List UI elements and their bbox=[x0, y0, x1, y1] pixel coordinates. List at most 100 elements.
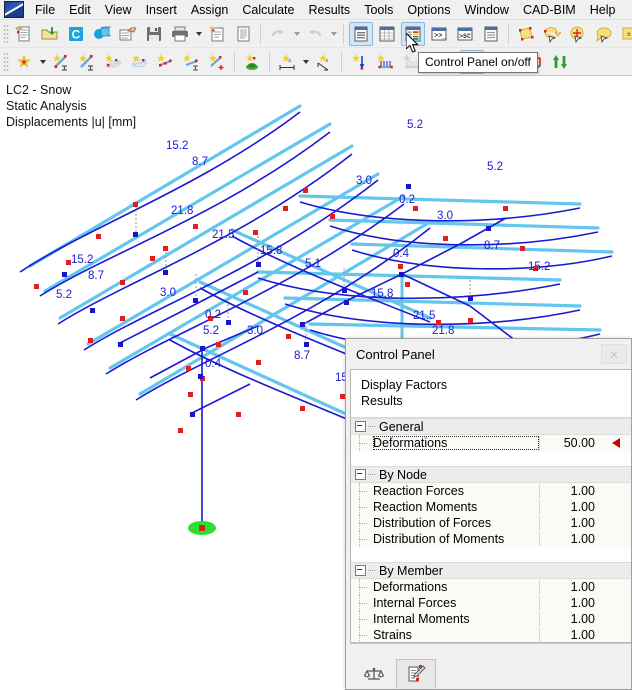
rotate-view-button[interactable] bbox=[540, 22, 564, 46]
deformation-value-label: 5.2 bbox=[487, 161, 503, 173]
deformation-value-label: 21.8 bbox=[171, 205, 194, 217]
collapse-icon[interactable] bbox=[355, 421, 366, 432]
tooltip: Control Panel on/off bbox=[418, 52, 538, 73]
toolbar-grip[interactable] bbox=[3, 23, 9, 44]
svg-text:>>_: >>_ bbox=[434, 32, 447, 40]
row-value[interactable]: 1.00 bbox=[539, 500, 601, 514]
row-value[interactable]: 50.00 bbox=[539, 436, 601, 450]
member-load-button[interactable] bbox=[373, 50, 397, 74]
row-value[interactable]: 1.00 bbox=[539, 596, 601, 610]
menu-item-tools[interactable]: Tools bbox=[357, 1, 400, 19]
open-model-button[interactable] bbox=[38, 22, 62, 46]
new-member-2-button[interactable] bbox=[75, 50, 99, 74]
menu-item-help[interactable]: Help bbox=[583, 1, 623, 19]
app-logo-icon bbox=[4, 1, 24, 18]
results-label: Results bbox=[361, 394, 403, 408]
menu-item-window[interactable]: Window bbox=[457, 1, 515, 19]
tree-group-general[interactable]: General bbox=[351, 418, 631, 435]
new-member-hinge-button[interactable] bbox=[205, 50, 229, 74]
new-surface-button[interactable] bbox=[101, 50, 125, 74]
dimension-button[interactable]: x bbox=[275, 50, 299, 74]
menu-item-file[interactable]: File bbox=[28, 1, 62, 19]
row-label: Distribution of Moments bbox=[373, 532, 505, 546]
new-node-dropdown-arrow[interactable] bbox=[37, 50, 48, 74]
redo-dropdown-arrow[interactable] bbox=[328, 22, 339, 46]
menu-item-insert[interactable]: Insert bbox=[139, 1, 184, 19]
menu-item-options[interactable]: Options bbox=[400, 1, 457, 19]
script-console-button[interactable]: >SC bbox=[453, 22, 477, 46]
command-line-button[interactable]: >>_ bbox=[427, 22, 451, 46]
tree-group-by-member[interactable]: By Member bbox=[351, 562, 631, 579]
display-properties-tab[interactable] bbox=[396, 659, 436, 689]
dimension-dropdown-arrow[interactable] bbox=[300, 50, 311, 74]
row-value[interactable]: 1.00 bbox=[539, 484, 601, 498]
tree-row-internal-forces[interactable]: Internal Forces 1.00 bbox=[351, 595, 631, 611]
nodal-support-button[interactable] bbox=[240, 50, 264, 74]
tree-group-by-node[interactable]: By Node bbox=[351, 466, 631, 483]
pan-hand-button[interactable] bbox=[592, 22, 616, 46]
menu-item-edit[interactable]: Edit bbox=[62, 1, 98, 19]
new-member-support-button[interactable] bbox=[179, 50, 203, 74]
zoom-fit-button[interactable]: ± bbox=[618, 22, 632, 46]
control-panel-tabs bbox=[350, 643, 631, 689]
tree-connector bbox=[351, 531, 373, 547]
menu-item-results[interactable]: Results bbox=[302, 1, 358, 19]
collapse-icon[interactable] bbox=[355, 469, 366, 480]
tree-connector bbox=[351, 435, 373, 451]
rotate-center-button[interactable] bbox=[566, 22, 590, 46]
save-button[interactable] bbox=[142, 22, 166, 46]
display-factors-tree[interactable]: General Deformations 50.00 By Node React… bbox=[351, 418, 631, 642]
tree-row-distribution-of-moments[interactable]: Distribution of Moments 1.00 bbox=[351, 531, 631, 547]
data-navigator-button[interactable] bbox=[479, 22, 503, 46]
tree-connector bbox=[368, 473, 375, 476]
menu-item-cad-bim[interactable]: CAD-BIM bbox=[516, 1, 583, 19]
new-surface-2-button[interactable] bbox=[127, 50, 151, 74]
render-wireframe-button[interactable] bbox=[349, 21, 373, 46]
menu-item-view[interactable]: View bbox=[98, 1, 139, 19]
tree-row-distribution-of-forces[interactable]: Distribution of Forces 1.00 bbox=[351, 515, 631, 531]
new-member-button[interactable] bbox=[49, 50, 73, 74]
toolbar-grip-2[interactable] bbox=[3, 51, 9, 72]
select-polygon-button[interactable] bbox=[514, 22, 538, 46]
undo-button[interactable] bbox=[266, 22, 290, 46]
project-manager-button[interactable] bbox=[116, 22, 140, 46]
render-table-button[interactable] bbox=[375, 22, 399, 46]
row-value[interactable]: 1.00 bbox=[539, 628, 601, 642]
row-value[interactable]: 1.00 bbox=[539, 612, 601, 626]
tree-row-reaction-moments[interactable]: Reaction Moments 1.00 bbox=[351, 499, 631, 515]
deformation-value-label: 15.8 bbox=[260, 245, 283, 257]
close-icon[interactable]: × bbox=[601, 344, 627, 364]
redo-button[interactable] bbox=[303, 22, 327, 46]
row-value[interactable]: 1.00 bbox=[539, 580, 601, 594]
support-reactions-button[interactable] bbox=[547, 50, 571, 74]
factors-tab[interactable] bbox=[354, 659, 394, 689]
row-value[interactable]: 1.00 bbox=[539, 516, 601, 530]
undo-dropdown-arrow[interactable] bbox=[291, 22, 302, 46]
control-panel-dialog[interactable]: Control Panel × Display Factors Results … bbox=[345, 338, 632, 690]
tree-row-deformations-general[interactable]: Deformations 50.00 bbox=[351, 435, 631, 451]
row-value[interactable]: 1.00 bbox=[539, 532, 601, 546]
collapse-icon[interactable] bbox=[355, 565, 366, 576]
tree-row-internal-moments[interactable]: Internal Moments 1.00 bbox=[351, 611, 631, 627]
nodal-load-button[interactable] bbox=[347, 50, 371, 74]
menu-item-calculate[interactable]: Calculate bbox=[235, 1, 301, 19]
deformation-value-label: 8.7 bbox=[294, 350, 310, 362]
tree-row-reaction-forces[interactable]: Reaction Forces 1.00 bbox=[351, 483, 631, 499]
print-button[interactable] bbox=[168, 22, 192, 46]
new-line-support-button[interactable] bbox=[153, 50, 177, 74]
print-dropdown-arrow[interactable] bbox=[193, 22, 204, 46]
new-model-button[interactable] bbox=[12, 22, 36, 46]
dlubal-center-button[interactable]: C bbox=[64, 22, 88, 46]
tree-row-strains[interactable]: Strains 1.00 bbox=[351, 627, 631, 642]
dimension-2-button[interactable]: x bbox=[312, 50, 336, 74]
printout-report-button[interactable] bbox=[205, 22, 229, 46]
value-slider-arrow-icon[interactable] bbox=[601, 438, 631, 448]
model-objects-button[interactable] bbox=[90, 22, 114, 46]
control-panel-titlebar[interactable]: Control Panel × bbox=[346, 339, 631, 369]
tree-group-label: By Member bbox=[379, 563, 443, 578]
deformation-value-label: 5.1 bbox=[305, 258, 321, 270]
document-view-button[interactable] bbox=[231, 22, 255, 46]
new-node-button[interactable] bbox=[12, 50, 36, 74]
tree-row-deformations-member[interactable]: Deformations 1.00 bbox=[351, 579, 631, 595]
menu-item-assign[interactable]: Assign bbox=[184, 1, 236, 19]
